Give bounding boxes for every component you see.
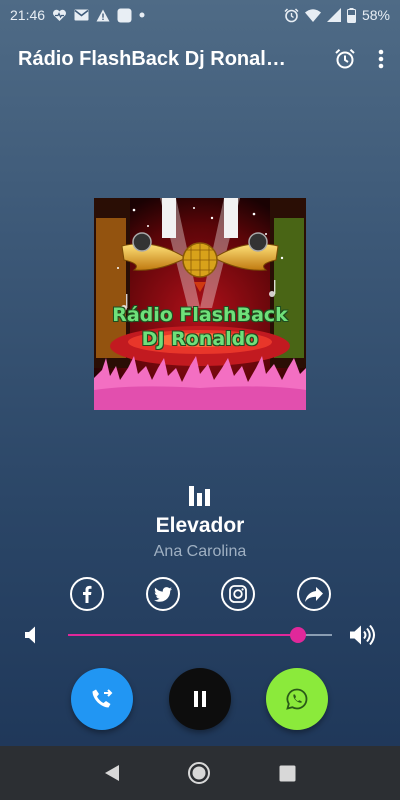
home-icon[interactable] xyxy=(187,761,211,785)
status-bar: 21:46 58% xyxy=(0,0,400,30)
alarm-icon xyxy=(284,7,299,23)
volume-row xyxy=(0,620,400,650)
battery-percent: 58% xyxy=(361,7,390,23)
track-artist: Ana Carolina xyxy=(153,543,247,560)
cover-title-line2: DJ Ronaldo xyxy=(141,328,259,350)
twitter-button[interactable] xyxy=(146,577,180,611)
play-pause-button[interactable] xyxy=(169,668,231,730)
facebook-icon xyxy=(82,585,92,603)
recents-icon[interactable] xyxy=(279,765,296,782)
share-icon xyxy=(305,586,323,602)
instagram-icon xyxy=(229,585,247,603)
wifi-icon xyxy=(304,8,321,22)
app-icon xyxy=(117,8,132,23)
pause-icon xyxy=(193,691,207,707)
battery-icon xyxy=(346,7,356,23)
back-icon[interactable] xyxy=(104,764,120,782)
signal-icon xyxy=(326,8,341,22)
share-button[interactable] xyxy=(297,577,331,611)
share-row xyxy=(0,577,400,611)
whatsapp-icon xyxy=(286,688,308,710)
phone-forward-icon xyxy=(91,688,113,710)
track-title: Elevador xyxy=(155,514,245,537)
twitter-icon xyxy=(154,586,172,602)
station-cover-art: Rádio FlashBack DJ Ronaldo xyxy=(94,198,306,410)
call-button[interactable] xyxy=(71,668,133,730)
cover-title-line1: Rádio FlashBack xyxy=(112,304,288,326)
warning-icon xyxy=(96,9,110,22)
system-nav-bar xyxy=(0,746,400,800)
volume-fill xyxy=(68,634,298,636)
facebook-button[interactable] xyxy=(70,577,104,611)
alarm-clock-icon[interactable] xyxy=(334,48,356,70)
volume-thumb[interactable] xyxy=(289,627,306,643)
volume-mute-icon[interactable] xyxy=(25,626,39,644)
app-title: Rádio FlashBack Dj Ronaldo xyxy=(18,47,290,70)
dot-icon xyxy=(139,12,145,18)
app-bar: Rádio FlashBack Dj Ronaldo xyxy=(0,36,400,82)
whatsapp-button[interactable] xyxy=(266,668,328,730)
volume-slider[interactable] xyxy=(68,627,332,643)
status-time: 21:46 xyxy=(10,7,46,23)
instagram-button[interactable] xyxy=(221,577,255,611)
gmail-icon xyxy=(74,9,89,21)
equalizer-icon xyxy=(189,486,211,506)
heart-monitor-icon xyxy=(52,9,67,22)
volume-up-icon[interactable] xyxy=(350,624,376,646)
more-vert-icon[interactable] xyxy=(378,49,384,69)
